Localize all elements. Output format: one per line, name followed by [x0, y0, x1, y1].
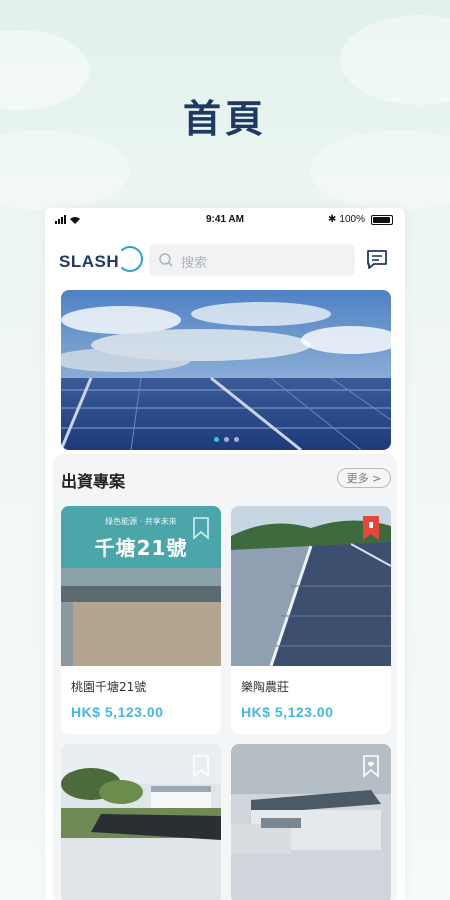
section-title: 出資專案	[61, 472, 126, 491]
project-card[interactable]	[61, 744, 221, 900]
projects-section: 出資專案 更多 > 綠色能源 · 共享未來 千塘21號 桃園千塘21號 HK$ …	[53, 454, 397, 900]
slash-logo[interactable]: SLASH	[59, 244, 143, 276]
banner-solar-image	[61, 290, 391, 450]
project-name: 桃園千塘21號	[71, 680, 147, 694]
more-button[interactable]: 更多 >	[337, 468, 391, 488]
bookmark-icon[interactable]	[191, 754, 211, 778]
battery-icon	[371, 214, 393, 225]
bookmark-icon[interactable]	[361, 754, 381, 778]
project-name: 樂陶農莊	[241, 680, 290, 694]
bookmark-icon-active[interactable]	[361, 516, 381, 540]
bluetooth-icon: ✱	[328, 214, 337, 225]
search-placeholder: 搜索	[181, 256, 208, 271]
project-price: HK$ 5,123.00	[241, 704, 334, 720]
carousel-dot[interactable]	[233, 437, 239, 442]
search-icon	[158, 252, 174, 272]
project-card[interactable]	[231, 744, 391, 900]
status-bar: 9:41 AM ✱ 100%	[45, 208, 405, 232]
carousel-dots	[61, 437, 391, 442]
status-right: ✱ 100%	[328, 214, 393, 225]
carousel-dot[interactable]	[213, 437, 219, 442]
page-heading: 首頁	[182, 97, 267, 141]
project-price: HK$ 5,123.00	[71, 704, 164, 720]
bookmark-icon[interactable]	[191, 516, 211, 540]
app-header: SLASH 搜索	[45, 240, 405, 280]
message-button[interactable]	[365, 248, 389, 272]
search-input[interactable]: 搜索	[149, 244, 355, 276]
project-card[interactable]: 樂陶農莊 HK$ 5,123.00	[231, 506, 391, 734]
logo-ring-icon	[117, 246, 143, 272]
message-icon	[367, 250, 387, 269]
carousel-dot[interactable]	[223, 437, 229, 442]
phone-screen: 9:41 AM ✱ 100% SLASH 搜索 出資專案 更多 > 綠色能源 ·…	[45, 208, 405, 900]
project-card[interactable]: 綠色能源 · 共享未來 千塘21號 桃園千塘21號 HK$ 5,123.00	[61, 506, 221, 734]
battery-percent: 100%	[339, 214, 365, 225]
banner-carousel[interactable]	[61, 290, 391, 450]
logo-text: SLASH	[59, 252, 120, 271]
